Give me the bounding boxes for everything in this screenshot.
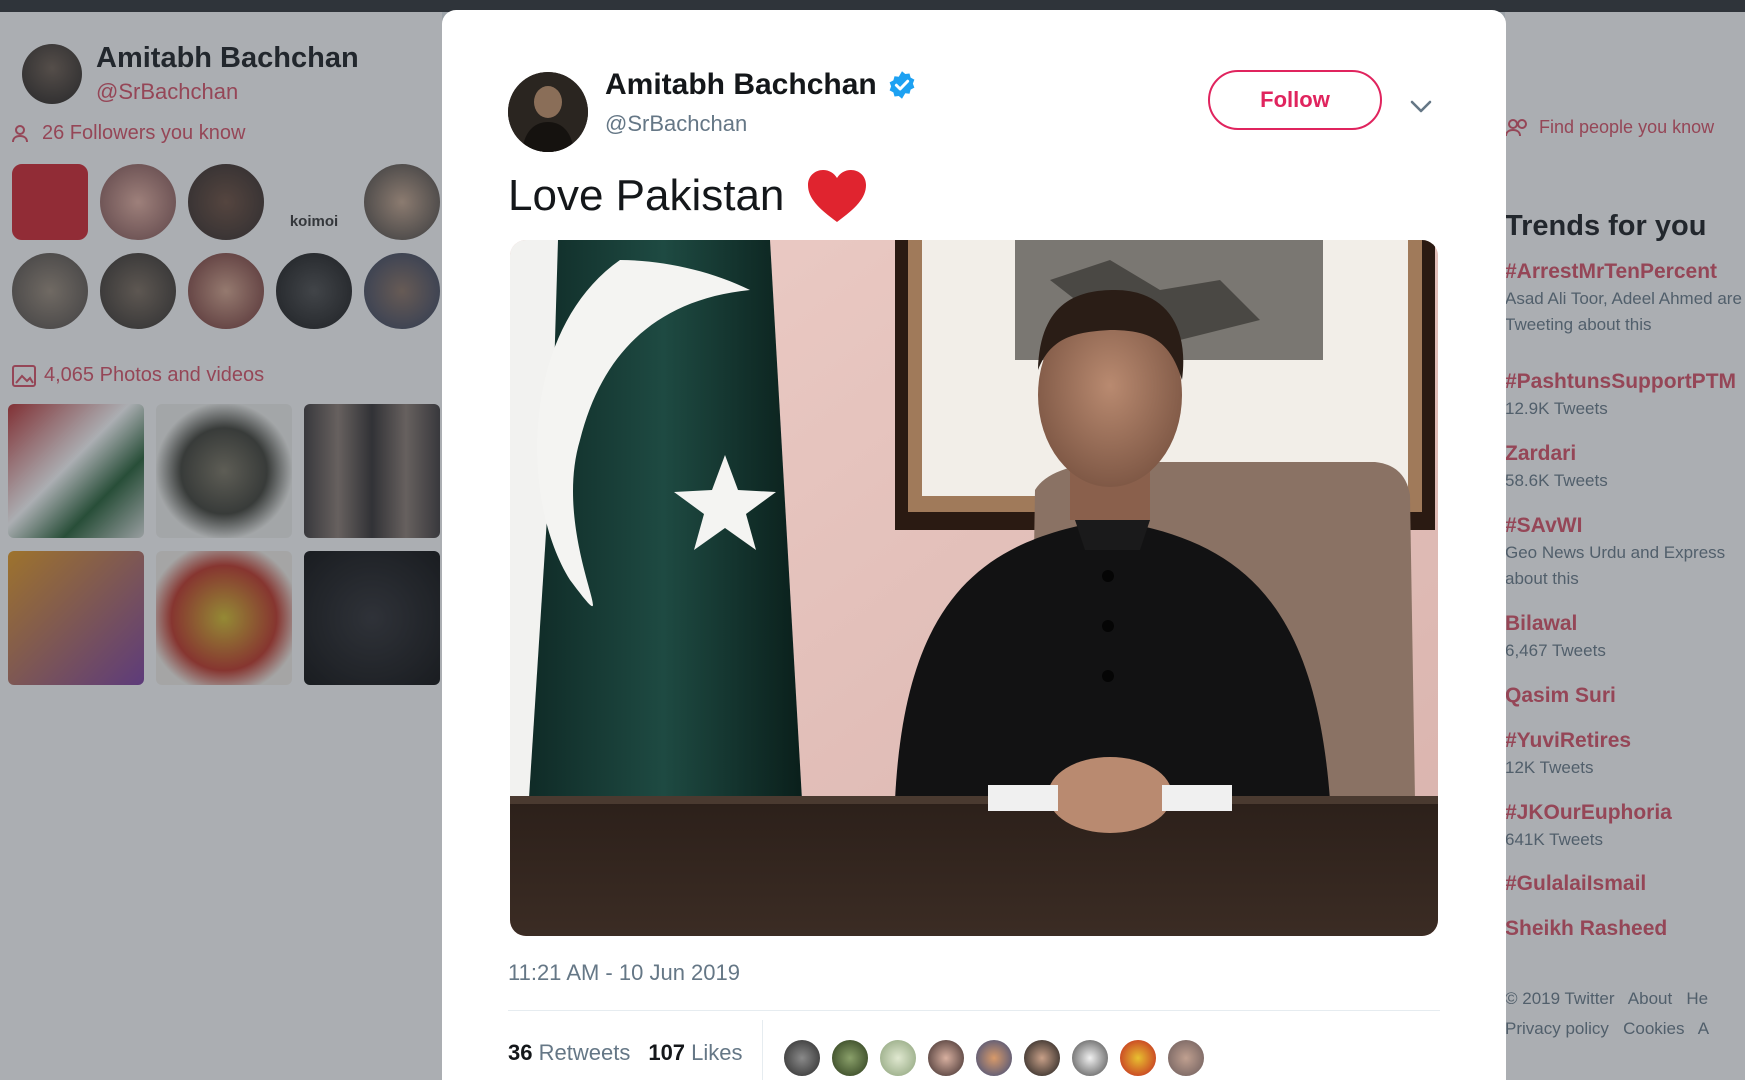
chevron-down-icon[interactable]	[1407, 96, 1435, 116]
author-handle[interactable]: @SrBachchan	[605, 111, 747, 137]
likes-label: Likes	[691, 1040, 743, 1065]
likes-count: 107	[648, 1040, 686, 1065]
liker-avatar[interactable]	[1070, 1038, 1110, 1078]
author-name[interactable]: Amitabh Bachchan	[605, 68, 877, 102]
liker-avatar[interactable]	[1166, 1038, 1206, 1078]
stats-vertical-divider	[762, 1020, 763, 1080]
verified-badge-icon	[889, 71, 915, 99]
red-heart-icon	[808, 170, 867, 222]
retweets-stat[interactable]: 36 Retweets	[508, 1040, 630, 1066]
author-avatar-image	[508, 72, 588, 152]
tweet-text: Love Pakistan	[508, 168, 868, 224]
author-name-row[interactable]: Amitabh Bachchan	[605, 68, 917, 102]
liker-avatar[interactable]	[926, 1038, 966, 1078]
tweet-modal: Amitabh Bachchan @SrBachchan Follow Love…	[442, 10, 1506, 1080]
liker-avatar[interactable]	[830, 1038, 870, 1078]
follow-button[interactable]: Follow	[1208, 70, 1382, 130]
tweet-timestamp[interactable]: 11:21 AM - 10 Jun 2019	[508, 960, 740, 986]
author-avatar[interactable]	[508, 72, 588, 152]
liker-avatars	[782, 1038, 1206, 1078]
liker-avatar[interactable]	[974, 1038, 1014, 1078]
stats-divider	[508, 1010, 1440, 1011]
retweets-label: Retweets	[538, 1040, 631, 1065]
tweet-photo[interactable]	[510, 240, 1438, 936]
tweet-photo-image	[510, 240, 1438, 936]
liker-avatar[interactable]	[1022, 1038, 1062, 1078]
liker-avatar[interactable]	[1118, 1038, 1158, 1078]
tweet-text-content: Love Pakistan	[508, 171, 785, 220]
liker-avatar[interactable]	[782, 1038, 822, 1078]
retweets-count: 36	[508, 1040, 533, 1065]
tweet-stats: 36 Retweets 107 Likes	[508, 1040, 743, 1066]
liker-avatar[interactable]	[878, 1038, 918, 1078]
likes-stat[interactable]: 107 Likes	[648, 1040, 742, 1066]
